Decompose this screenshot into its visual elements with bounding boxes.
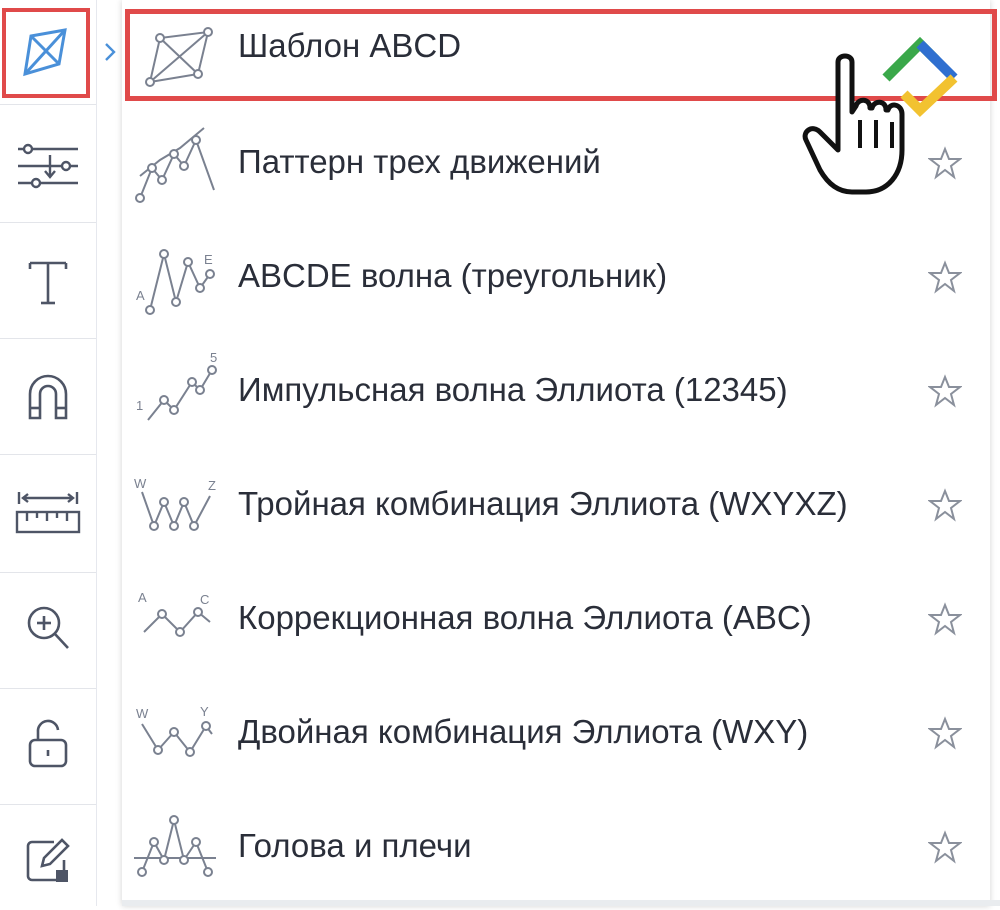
text-icon: [28, 261, 68, 305]
menu-item-label: Коррекционная волна Эллиота (ABC): [238, 599, 812, 636]
ruler-icon: [15, 492, 81, 534]
lock-tool-button[interactable]: [0, 694, 96, 794]
edit-tool-button[interactable]: [0, 810, 96, 910]
magnet-tool-button[interactable]: [0, 346, 96, 446]
star-icon[interactable]: [928, 260, 962, 294]
magnet-icon: [28, 374, 68, 420]
hand-cursor-icon: [802, 53, 905, 195]
sliders-icon: [18, 143, 78, 189]
elliott-correction-icon: A C: [138, 590, 211, 637]
elliott-double-combo-icon: W Y: [136, 704, 213, 757]
text-tool-button[interactable]: [0, 232, 96, 332]
chevron-right-icon: [105, 43, 116, 61]
menu-item-elliott-triple-combo[interactable]: W Z Тройная комбинация Эллиота (WXYXZ): [122, 448, 990, 560]
position-tool-button[interactable]: [0, 116, 96, 216]
elliott-triple-combo-icon: W Z: [134, 476, 216, 531]
menu-item-label: Импульсная волна Эллиота (12345): [238, 371, 788, 408]
menu-item-label: ABCDE волна (треугольник): [238, 257, 668, 294]
icon-letter: Z: [208, 478, 216, 493]
icon-letter: 5: [210, 350, 217, 365]
head-shoulders-icon: [134, 815, 216, 877]
menu-item-label: Тройная комбинация Эллиота (WXYXZ): [238, 485, 848, 522]
abcd-pattern-icon: [145, 27, 213, 87]
menu-item-label: Шаблон ABCD: [238, 27, 462, 64]
star-icon[interactable]: [928, 716, 962, 750]
drawing-toolbar: [0, 0, 97, 906]
icon-letter: E: [204, 252, 213, 267]
unlock-icon: [28, 719, 68, 768]
menu-item-label: Паттерн трех движений: [238, 143, 601, 180]
icon-letter: A: [136, 288, 145, 303]
icon-letter: W: [136, 706, 149, 721]
star-icon[interactable]: [928, 488, 962, 522]
menu-item-abcde-wave[interactable]: A E ABCDE волна (треугольник): [122, 220, 990, 332]
icon-letter: 1: [136, 398, 143, 413]
bottom-edge: [122, 900, 1000, 906]
icon-letter: C: [200, 592, 209, 607]
menu-item-elliott-impulse[interactable]: 1 5 Импульсная волна Эллиота (12345): [122, 334, 990, 446]
menu-item-elliott-double-combo[interactable]: W Y Двойная комбинация Эллиота (WXY): [122, 676, 990, 788]
zoom-tool-button[interactable]: [0, 578, 96, 678]
star-icon[interactable]: [928, 830, 962, 864]
star-icon[interactable]: [928, 374, 962, 408]
star-icon[interactable]: [928, 146, 962, 180]
star-icon[interactable]: [928, 602, 962, 636]
menu-item-elliott-correction[interactable]: A C Коррекционная волна Эллиота (ABC): [122, 562, 990, 674]
edit-icon: [26, 838, 70, 882]
elliott-impulse-icon: 1 5: [136, 350, 217, 421]
icon-letter: A: [138, 590, 147, 605]
menu-item-label: Двойная комбинация Эллиота (WXY): [238, 713, 809, 750]
zoom-in-icon: [27, 606, 69, 649]
menu-item-head-shoulders[interactable]: Голова и плечи: [122, 790, 990, 902]
abcde-wave-icon: A E: [136, 249, 215, 315]
three-drives-icon: [135, 127, 215, 203]
ruler-tool-button[interactable]: [0, 462, 96, 562]
icon-letter: Y: [200, 704, 209, 719]
menu-item-label: Голова и плечи: [238, 827, 472, 864]
pattern-tool-button[interactable]: [2, 8, 90, 98]
abcd-pattern-icon: [23, 28, 67, 77]
icon-letter: W: [134, 476, 147, 491]
